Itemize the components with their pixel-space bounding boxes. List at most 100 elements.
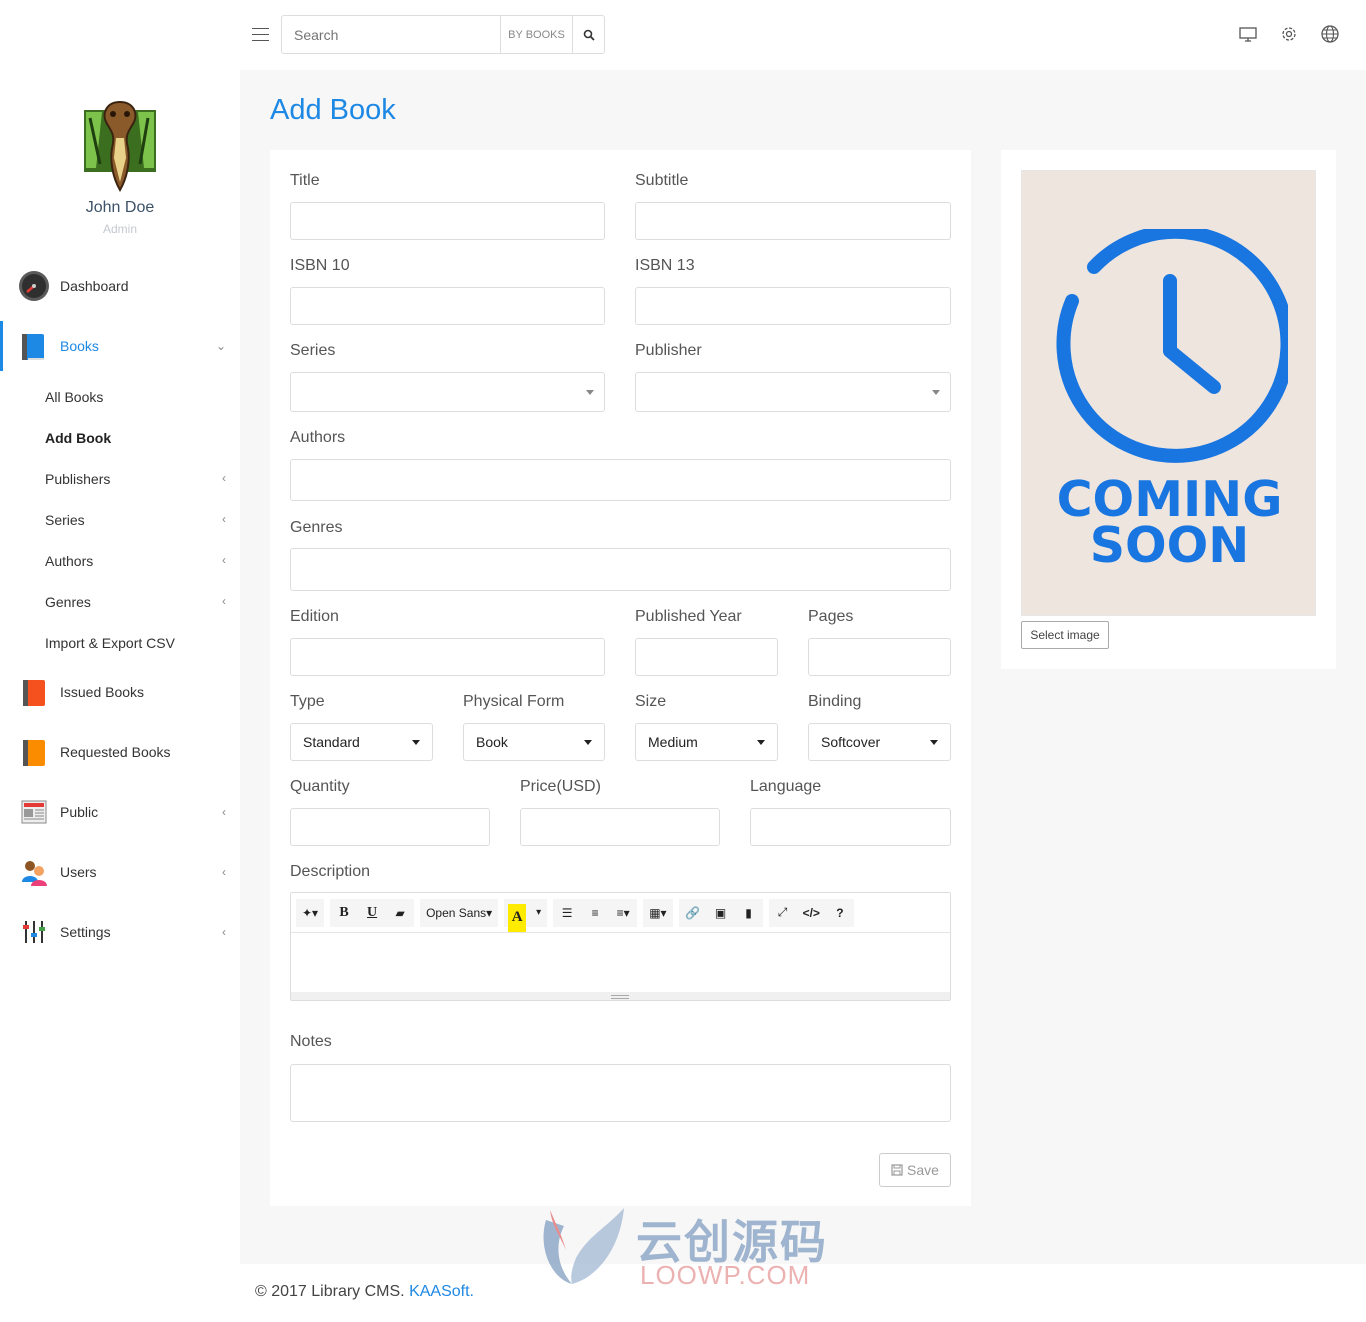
subtitle-label: Subtitle [635,172,689,189]
magic-wand-icon[interactable]: ✦▾ [296,899,324,927]
nav-issued-books[interactable]: Issued Books [0,667,240,717]
nav-dashboard[interactable]: Dashboard [0,261,240,311]
unordered-list-icon[interactable]: ☰ [553,899,581,927]
sub-nav-add-book[interactable]: Add Book [45,430,111,446]
toolbar-group-insert: 🔗 ▣ ▮ [678,898,763,927]
isbn10-label: ISBN 10 [290,257,350,274]
users-icon [22,861,47,886]
sub-nav-import-export[interactable]: Import & Export CSV [45,635,175,651]
underline-icon[interactable]: U [358,899,386,927]
editor-toolbar: ✦▾ B U ▰ Open Sans ▾ A ▾ ☰ ≡ ≡▾ ▦▾ 🔗 ▣ ▮… [291,893,950,933]
watermark-leaf-icon [543,1208,624,1284]
price-input[interactable] [520,808,720,846]
table-icon[interactable]: ▦▾ [643,899,672,927]
sub-nav-all-books[interactable]: All Books [45,389,103,405]
watermark-logo: 云创源码 LOOWP.COM [536,1202,836,1292]
chevron-left-icon: ‹ [222,925,226,939]
globe-icon[interactable] [1320,24,1340,44]
caret-down-icon [757,740,765,745]
nav-requested-books[interactable]: Requested Books [0,727,240,777]
bold-icon[interactable]: B [330,899,358,927]
toolbar-group-style: ✦▾ [296,898,325,927]
size-dropdown[interactable]: Medium [635,723,778,761]
binding-dropdown[interactable]: Softcover [808,723,951,761]
hamburger-menu-icon[interactable] [252,28,269,42]
dashboard-gauge-icon [19,271,49,301]
eraser-icon[interactable]: ▰ [386,899,414,927]
toolbar-group-para: ☰ ≡ ≡▾ [553,898,638,927]
editor-resize-handle[interactable] [291,992,950,1000]
text-color-icon[interactable]: A [508,903,527,932]
user-name[interactable]: John Doe [0,199,240,217]
notes-textarea[interactable] [290,1064,951,1122]
physical-form-label: Physical Form [463,693,565,710]
sub-nav-publishers[interactable]: Publishers [45,471,110,487]
series-select[interactable] [290,372,605,412]
sub-nav-genres[interactable]: Genres [45,594,91,610]
authors-input[interactable] [290,459,951,501]
isbn13-input[interactable] [635,287,951,325]
edition-input[interactable] [290,638,605,676]
pages-input[interactable] [808,638,951,676]
subtitle-input[interactable] [635,202,951,240]
description-editor-body[interactable] [291,933,950,993]
issued-books-icon [23,680,45,706]
cover-image-card: COMING SOON Select image [1001,150,1336,669]
caret-down-icon[interactable]: ▾ [530,899,547,927]
physical-form-dropdown[interactable]: Book [463,723,605,761]
picture-icon[interactable]: ▣ [707,899,735,927]
nav-books[interactable]: Books ⌄ [0,321,240,371]
quantity-input[interactable] [290,808,490,846]
type-dropdown[interactable]: Standard [290,723,433,761]
search-input[interactable] [282,16,501,53]
font-family-dropdown[interactable]: Open Sans ▾ [420,899,498,927]
search-by-books-button[interactable]: BY BOOKS [501,16,573,53]
search-button[interactable] [573,16,604,53]
ordered-list-icon[interactable]: ≡ [581,899,609,927]
publisher-select[interactable] [635,372,951,412]
save-label: Save [907,1162,939,1178]
code-view-icon[interactable]: </> [797,899,826,927]
title-input[interactable] [290,202,605,240]
chevron-left-icon: ‹ [222,553,226,567]
series-label: Series [290,342,336,359]
genres-input[interactable] [290,548,951,591]
link-icon[interactable]: 🔗 [679,899,707,927]
isbn10-input[interactable] [290,287,605,325]
sub-nav-authors[interactable]: Authors [45,553,93,569]
sidebar: John Doe Admin Dashboard Books ⌄ All Boo… [0,0,240,1322]
cover-image: COMING SOON [1021,170,1316,616]
authors-label: Authors [290,429,346,446]
save-button[interactable]: Save [879,1153,951,1187]
published-year-input[interactable] [635,638,778,676]
nav-settings[interactable]: Settings ‹ [0,907,240,957]
published-year-label: Published Year [635,608,742,625]
kaasoft-link[interactable]: KAASoft. [409,1283,474,1300]
help-icon[interactable]: ? [826,899,854,927]
caret-down-icon [930,740,938,745]
toolbar-group-view: ⤢ </> ? [768,898,854,927]
fullscreen-icon[interactable]: ⤢ [769,899,797,927]
monitor-icon[interactable] [1238,24,1258,44]
language-input[interactable] [750,808,951,846]
watermark-en: LOOWP.COM [640,1260,811,1290]
video-icon[interactable]: ▮ [735,899,763,927]
paragraph-align-icon[interactable]: ≡▾ [609,899,637,927]
genres-label: Genres [290,519,343,536]
user-avatar[interactable] [82,98,158,192]
type-value: Standard [303,734,360,750]
user-role: Admin [102,222,137,236]
chevron-left-icon: ‹ [222,471,226,485]
toolbar-group-format: B U ▰ [330,898,415,927]
search-icon [583,29,595,41]
gear-icon[interactable] [1279,24,1299,44]
caret-down-icon [932,390,940,395]
nav-users[interactable]: Users ‹ [0,847,240,897]
clock-icon [1056,229,1288,463]
sub-nav-series[interactable]: Series [45,512,85,528]
chevron-left-icon: ‹ [222,594,226,608]
select-image-button[interactable]: Select image [1021,621,1109,649]
main-content: Add Book Title Subtitle ISBN 10 ISBN 13 … [240,70,1366,1264]
nav-public[interactable]: Public ‹ [0,787,240,837]
toolbar-group-color: A ▾ [504,898,548,932]
